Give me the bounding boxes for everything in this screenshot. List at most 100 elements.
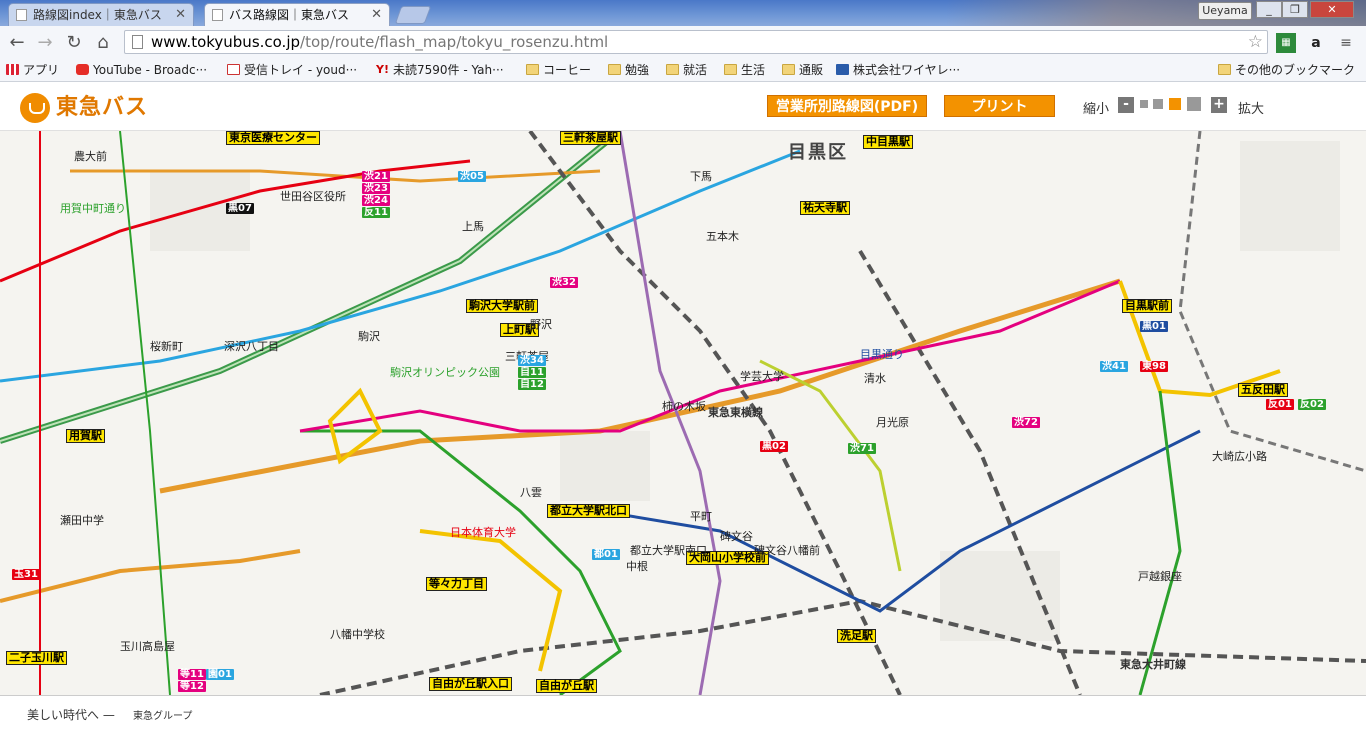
stop-label[interactable]: 五本木 [706, 231, 739, 243]
pdf-route-map-button[interactable]: 営業所別路線図(PDF) [767, 95, 927, 117]
route-badge[interactable]: 渋71 [848, 443, 876, 454]
bookmark-youtube[interactable]: YouTube - Broadc··· [76, 62, 207, 78]
route-badge[interactable]: 自11 [518, 367, 546, 378]
stop-label[interactable]: 野沢 [530, 319, 552, 331]
bookmark-wireless[interactable]: 株式会社ワイヤレ··· [836, 62, 960, 78]
stop-label[interactable]: 柿の木坂 [662, 401, 706, 413]
route-badge[interactable]: 反01 [1266, 399, 1294, 410]
other-bookmarks[interactable]: その他のブックマーク [1218, 62, 1355, 78]
route-badge[interactable]: 反02 [1298, 399, 1326, 410]
route-badge[interactable]: 渋21 [362, 171, 390, 182]
bookmark-folder-jobhunt[interactable]: 就活 [666, 62, 707, 78]
stop-label[interactable]: 平町 [690, 511, 712, 523]
print-button[interactable]: プリント [944, 95, 1055, 117]
station-label[interactable]: 等々力丁目 [426, 577, 487, 591]
stop-label[interactable]: 戸越銀座 [1138, 571, 1182, 583]
stop-label[interactable]: 大崎広小路 [1212, 451, 1267, 463]
route-badge[interactable]: 黒07 [226, 203, 254, 214]
bookmark-gmail[interactable]: 受信トレイ - youd··· [227, 62, 357, 78]
stop-label[interactable]: 世田谷区役所 [280, 191, 346, 203]
zoom-step-2[interactable] [1153, 99, 1163, 109]
stop-label[interactable]: 駒沢 [358, 331, 380, 343]
forward-arrow-icon[interactable]: → [34, 32, 56, 54]
zoom-step-current[interactable] [1169, 98, 1181, 110]
stop-label[interactable]: 八幡中学校 [330, 629, 385, 641]
footer-group-name[interactable]: 東急グループ [133, 707, 192, 722]
route-badge[interactable]: 都01 [592, 549, 620, 560]
route-badge[interactable]: 反11 [362, 207, 390, 218]
reload-icon[interactable]: ↻ [63, 32, 85, 54]
station-label[interactable]: 二子玉川駅 [6, 651, 67, 665]
station-label[interactable]: 目黒駅前 [1122, 299, 1172, 313]
bookmark-folder-coffee[interactable]: コーヒー [526, 62, 591, 78]
tab-bus-route-map[interactable]: バス路線図｜東急バス ✕ [204, 3, 390, 26]
minimize-icon[interactable]: _ [1256, 1, 1282, 18]
stop-label[interactable]: 下馬 [690, 171, 712, 183]
stop-label[interactable]: 学芸大学 [740, 371, 784, 383]
bookmark-yahoo[interactable]: Y! 未読7590件 - Yah··· [376, 62, 504, 78]
station-label[interactable]: 洗足駅 [837, 629, 876, 643]
stop-label[interactable]: 深沢八丁目 [224, 341, 279, 353]
station-label[interactable]: 三軒茶屋駅 [560, 131, 621, 145]
bus-route-map[interactable]: 目黒区 中目黒駅 目黒駅前 五反田駅 駒沢大学駅前 上町駅 都立大学駅北口 等々… [0, 131, 1366, 695]
station-label[interactable]: 駒沢大学駅前 [466, 299, 538, 313]
station-label[interactable]: 東京医療センター [226, 131, 320, 145]
route-badge[interactable]: 渋72 [1012, 417, 1040, 428]
stop-label[interactable]: 上馬 [462, 221, 484, 233]
home-icon[interactable]: ⌂ [92, 32, 114, 54]
route-badge[interactable]: 等12 [178, 681, 206, 692]
station-label[interactable]: 自由が丘駅入口 [429, 677, 512, 691]
station-label[interactable]: 五反田駅 [1238, 383, 1288, 397]
stop-label[interactable]: 八雲 [520, 487, 542, 499]
route-badge[interactable]: 玉31 [12, 569, 40, 580]
route-badge[interactable]: 等11 [178, 669, 206, 680]
zoom-out-button[interactable]: - [1118, 97, 1134, 113]
station-label[interactable]: 中目黒駅 [863, 135, 913, 149]
route-badge[interactable]: 自12 [518, 379, 546, 390]
route-badge[interactable]: 黒01 [1140, 321, 1168, 332]
stop-label[interactable]: 玉川高島屋 [120, 641, 175, 653]
stop-label[interactable]: 中根 [626, 561, 648, 573]
route-badge[interactable]: 渋23 [362, 183, 390, 194]
zoom-step-1[interactable] [1140, 100, 1148, 108]
chrome-menu-icon[interactable]: ≡ [1336, 33, 1356, 53]
extension-calendar-icon[interactable]: ▦ [1276, 33, 1296, 53]
route-badge[interactable]: 渋24 [362, 195, 390, 206]
close-tab-icon[interactable]: ✕ [175, 4, 186, 26]
amazon-extension-icon[interactable]: a [1306, 33, 1326, 53]
route-badge[interactable]: 園01 [206, 669, 234, 680]
profile-button[interactable]: Ueyama [1198, 2, 1252, 20]
tab-rosenzu-index[interactable]: 路線図index｜東急バス ✕ [8, 3, 194, 26]
station-label[interactable]: 用賀駅 [66, 429, 105, 443]
stop-label[interactable]: 碑文谷 [720, 531, 753, 543]
stop-label[interactable]: 桜新町 [150, 341, 183, 353]
stop-label[interactable]: 清水 [864, 373, 886, 385]
route-badge[interactable]: 渋32 [550, 277, 578, 288]
address-bar[interactable]: www.tokyubus.co.jp/top/route/flash_map/t… [124, 30, 1268, 54]
station-label[interactable]: 自由が丘駅 [536, 679, 597, 693]
route-badge[interactable]: 渋05 [458, 171, 486, 182]
zoom-in-button[interactable]: + [1211, 97, 1227, 113]
stop-label[interactable]: 都立大学駅南口 [630, 545, 707, 557]
bookmark-folder-study[interactable]: 勉強 [608, 62, 649, 78]
route-badge[interactable]: 渋34 [518, 355, 546, 366]
route-badge[interactable]: 黒02 [760, 441, 788, 452]
route-badge[interactable]: 東98 [1140, 361, 1168, 372]
stop-label[interactable]: 碑文谷八幡前 [754, 545, 820, 557]
route-badge[interactable]: 渋41 [1100, 361, 1128, 372]
restore-icon[interactable]: ❐ [1282, 1, 1308, 18]
bookmark-apps[interactable]: アプリ [6, 62, 59, 78]
bookmark-folder-life[interactable]: 生活 [724, 62, 765, 78]
window-close-icon[interactable]: ✕ [1310, 1, 1354, 18]
close-tab-icon[interactable]: ✕ [371, 4, 382, 26]
stop-label[interactable]: 瀬田中学 [60, 515, 104, 527]
new-tab-button[interactable] [394, 6, 432, 24]
zoom-step-5[interactable] [1187, 97, 1201, 111]
bookmark-star-icon[interactable]: ☆ [1248, 31, 1263, 53]
stop-label[interactable]: 月光原 [876, 417, 909, 429]
station-label[interactable]: 都立大学駅北口 [547, 504, 630, 518]
stop-label[interactable]: 農大前 [74, 151, 107, 163]
station-label[interactable]: 祐天寺駅 [800, 201, 850, 215]
bookmark-folder-shopping[interactable]: 通販 [782, 62, 823, 78]
back-arrow-icon[interactable]: ← [6, 32, 28, 54]
